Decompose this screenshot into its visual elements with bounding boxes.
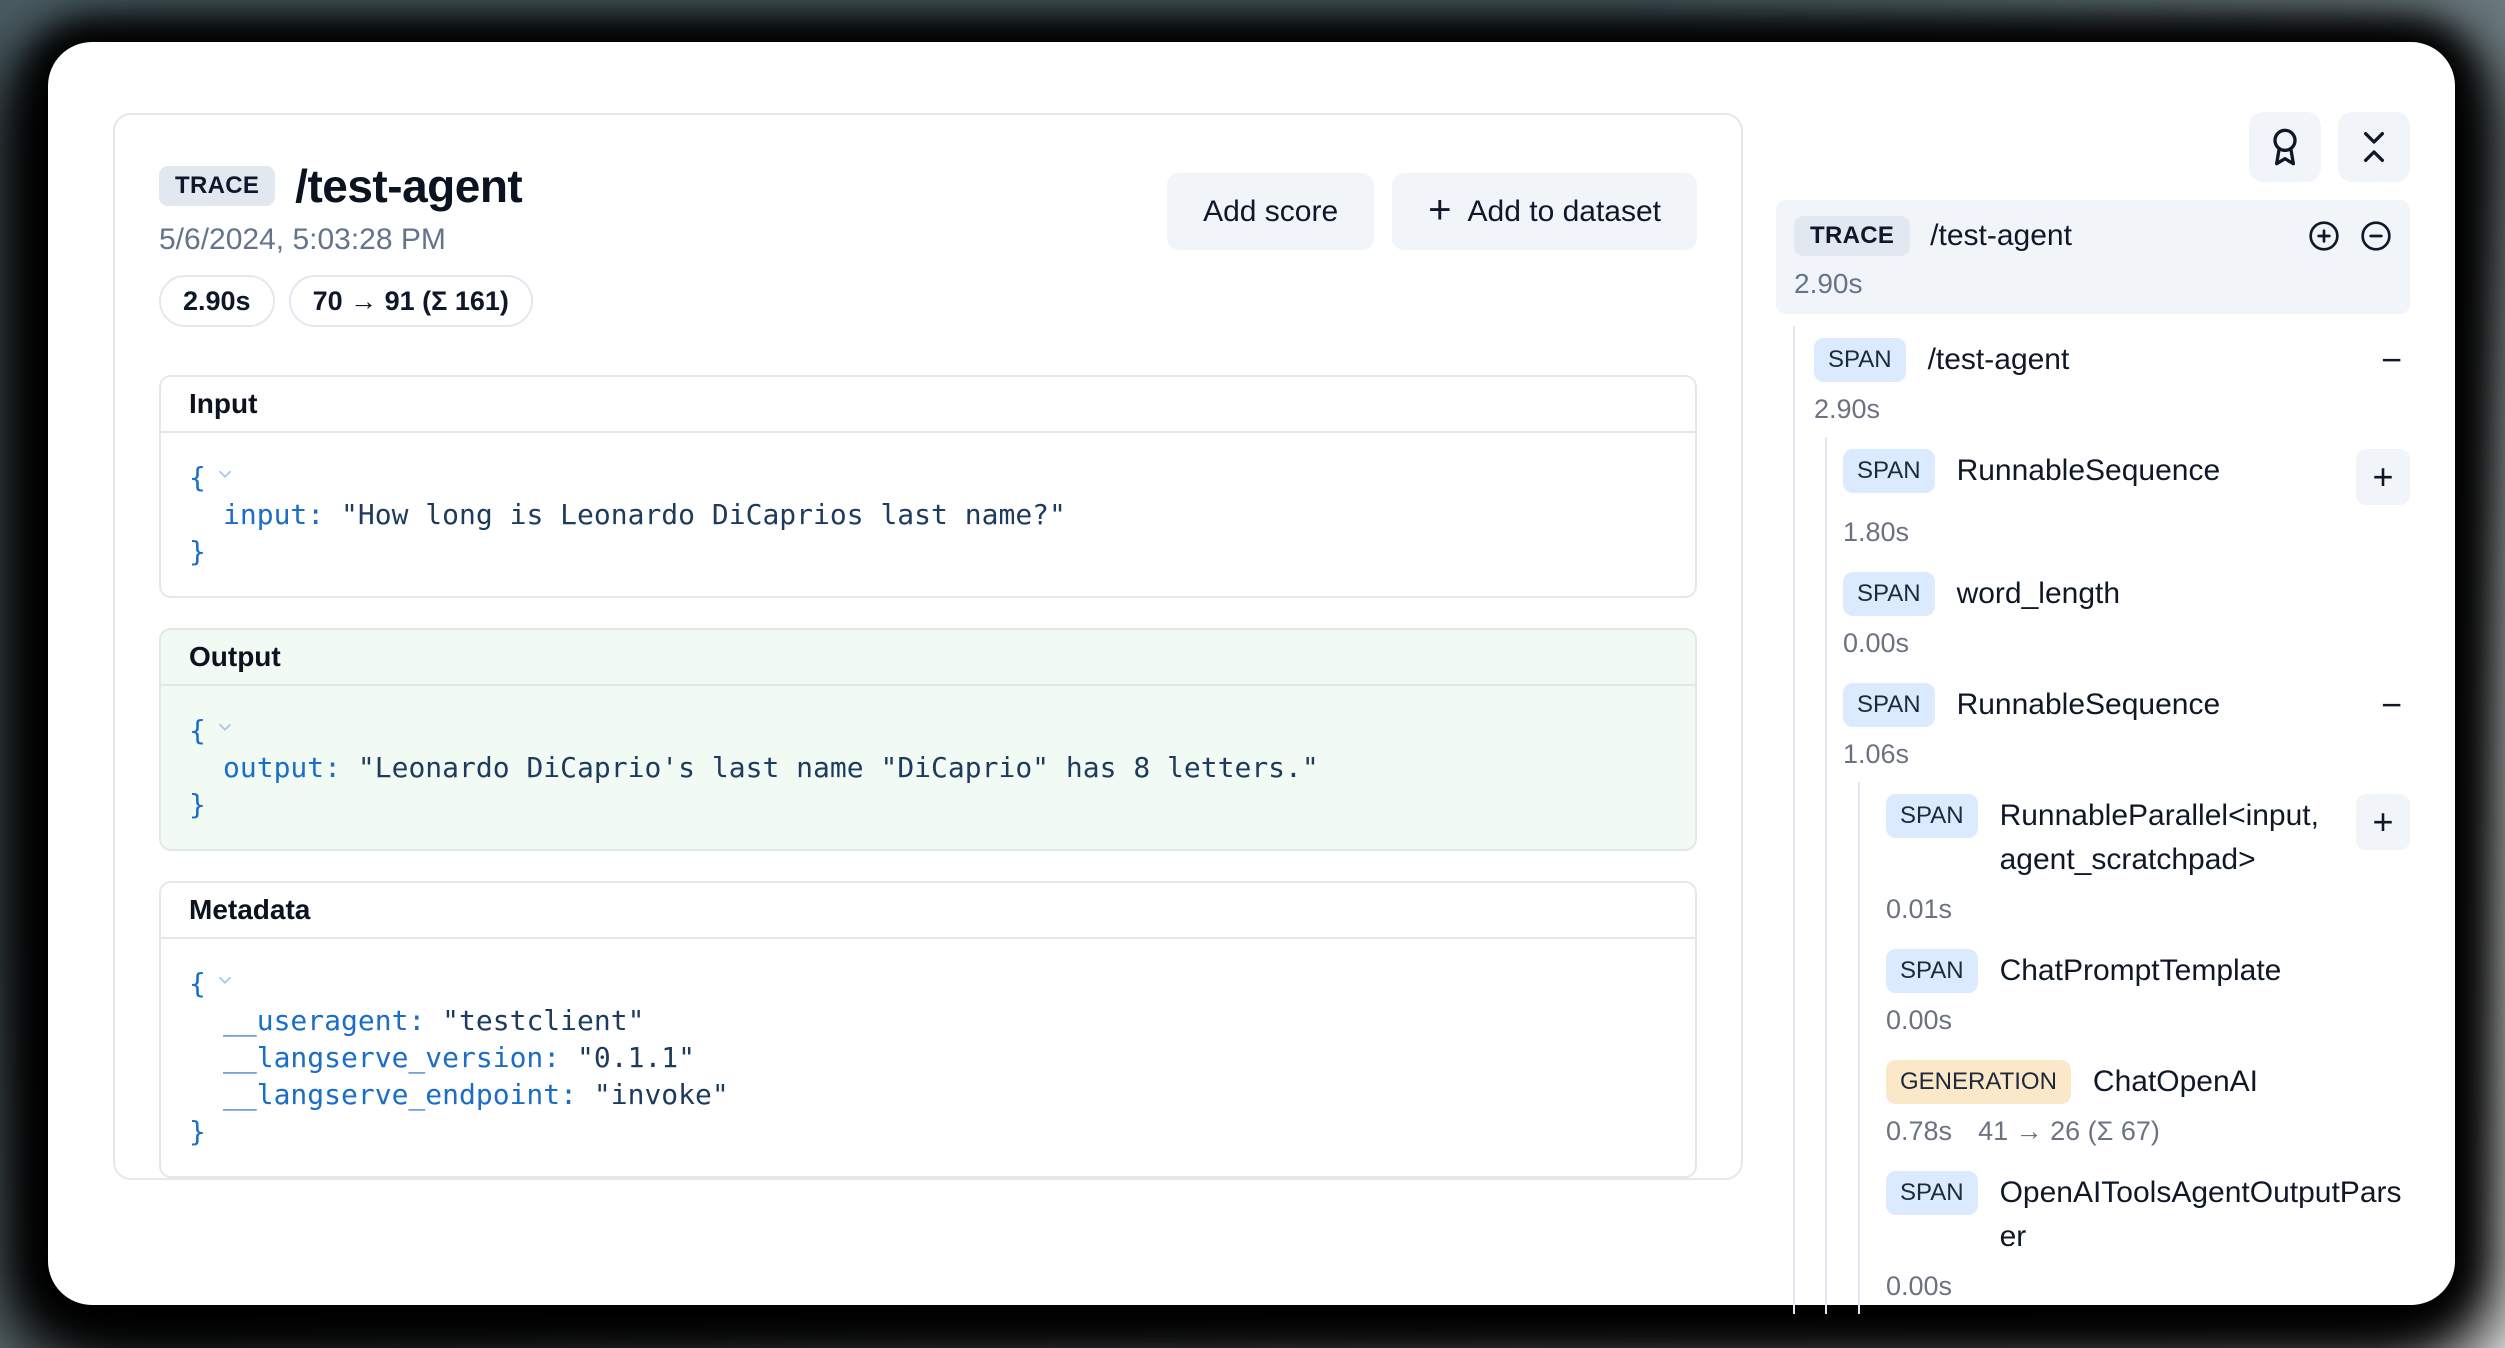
span-duration: 0.01s	[1886, 894, 1952, 925]
input-json-viewer: { input: "How long is Leonardo DiCaprios…	[161, 433, 1695, 596]
open-brace: {	[189, 967, 206, 1000]
open-brace: {	[189, 461, 206, 494]
trace-duration: 2.90s	[1794, 268, 2392, 300]
span-name: RunnableSequence	[1957, 683, 2229, 727]
trace-detail-card: TRACE /test-agent 5/6/2024, 5:03:28 PM 2…	[113, 113, 1743, 1180]
metadata-panel-title: Metadata	[161, 883, 1695, 939]
trace-timestamp: 5/6/2024, 5:03:28 PM	[159, 223, 533, 257]
trace-tree-root-title: /test-agent	[1930, 219, 2072, 253]
chevron-down-icon[interactable]	[214, 710, 236, 747]
add-score-button[interactable]: Add score	[1167, 173, 1374, 250]
expand-node-button[interactable]: +	[2356, 449, 2410, 505]
metadata-json-viewer: { __useragent: "testclient" __langserve_…	[161, 939, 1695, 1176]
span-name: RunnableParallel<input,agent_scratchpad>	[2000, 794, 2334, 882]
token-usage-badge: 70 → 91 (Σ 161)	[289, 275, 533, 327]
span-duration: 2.90s	[1814, 394, 1880, 425]
output-panel-title: Output	[161, 630, 1695, 686]
close-brace: }	[189, 788, 206, 821]
metadata-panel: Metadata { __useragent: "testclient" __l…	[159, 881, 1697, 1178]
span-duration: 0.00s	[1886, 1271, 1952, 1302]
trace-type-badge: TRACE	[1794, 216, 1910, 256]
span-type-badge: SPAN	[1886, 949, 1978, 993]
tree-indent-level-2: SPAN RunnableSequence + 1.80s SPAN word_…	[1825, 437, 2410, 1314]
close-brace: }	[189, 535, 206, 568]
app-window: TRACE /test-agent 5/6/2024, 5:03:28 PM 2…	[48, 42, 2455, 1305]
tree-indent-level-1: SPAN /test-agent − 2.90s SPAN RunnableSe…	[1793, 326, 2410, 1314]
open-brace: {	[189, 714, 206, 747]
tree-indent-level-3: SPAN RunnableParallel<input,agent_scratc…	[1858, 782, 2410, 1314]
span-type-badge: SPAN	[1886, 794, 1978, 838]
circle-plus-icon	[2308, 220, 2340, 252]
trace-card-header: TRACE /test-agent 5/6/2024, 5:03:28 PM 2…	[159, 159, 1697, 327]
tree-row-runnable-sequence-1[interactable]: SPAN RunnableSequence + 1.80s	[1827, 437, 2410, 560]
input-panel: Input { input: "How long is Leonardo DiC…	[159, 375, 1697, 598]
json-value: "invoke"	[594, 1078, 729, 1111]
span-duration: 0.78s	[1886, 1116, 1952, 1147]
json-key: __langserve_endpoint:	[223, 1078, 577, 1111]
collapse-node-button[interactable]: −	[2373, 683, 2410, 727]
tree-row-word-length[interactable]: SPAN word_length 0.00s	[1827, 560, 2410, 671]
tree-row-chat-prompt-template[interactable]: SPAN ChatPromptTemplate 0.00s	[1860, 937, 2410, 1048]
tree-row-runnable-sequence-2[interactable]: SPAN RunnableSequence − 1.06s	[1827, 671, 2410, 782]
chevron-down-icon[interactable]	[214, 457, 236, 494]
json-key: __langserve_version:	[223, 1041, 560, 1074]
generation-type-badge: GENERATION	[1886, 1060, 2071, 1104]
span-tree: SPAN /test-agent − 2.90s SPAN RunnableSe…	[1776, 326, 2410, 1314]
add-to-dataset-label: Add to dataset	[1468, 195, 1661, 229]
plus-icon: +	[1428, 190, 1451, 230]
span-name: OpenAIToolsAgentOutputParser	[2000, 1171, 2410, 1259]
span-token-usage: 41 → 26 (Σ 67)	[1978, 1116, 2160, 1147]
json-key: output:	[223, 751, 341, 784]
tree-row-runnable-parallel[interactable]: SPAN RunnableParallel<input,agent_scratc…	[1860, 782, 2410, 937]
add-score-label: Add score	[1203, 195, 1338, 229]
chevron-down-icon[interactable]	[214, 963, 236, 1000]
chevrons-down-up-icon	[2354, 127, 2394, 167]
json-value: "How long is Leonardo DiCaprios last nam…	[341, 498, 1066, 531]
span-name: ChatOpenAI	[2093, 1060, 2266, 1104]
span-name: RunnableSequence	[1957, 449, 2229, 493]
latency-badge: 2.90s	[159, 275, 275, 327]
span-type-badge: SPAN	[1843, 572, 1935, 616]
span-duration: 0.00s	[1886, 1005, 1952, 1036]
output-json-viewer: { output: "Leonardo DiCaprio's last name…	[161, 686, 1695, 849]
close-brace: }	[189, 1115, 206, 1148]
tree-row-output-parser[interactable]: SPAN OpenAIToolsAgentOutputParser 0.00s	[1860, 1159, 2410, 1314]
span-name: /test-agent	[1928, 338, 2078, 382]
input-panel-title: Input	[161, 377, 1695, 433]
span-duration: 1.06s	[1843, 739, 1909, 770]
collapse-node-button[interactable]: −	[2373, 338, 2410, 382]
json-value: "testclient"	[442, 1004, 644, 1037]
circle-minus-icon	[2360, 220, 2392, 252]
collapse-panel-button[interactable]	[2338, 112, 2410, 182]
tree-row-chat-openai[interactable]: GENERATION ChatOpenAI 0.78s 41 → 26 (Σ 6…	[1860, 1048, 2410, 1159]
output-panel: Output { output: "Leonardo DiCaprio's la…	[159, 628, 1697, 851]
json-key: __useragent:	[223, 1004, 425, 1037]
json-key: input:	[223, 498, 324, 531]
span-type-badge: SPAN	[1814, 338, 1906, 382]
annotate-button[interactable]	[2249, 112, 2321, 182]
span-name: word_length	[1957, 572, 2128, 616]
trace-type-badge: TRACE	[159, 166, 275, 206]
span-name: ChatPromptTemplate	[2000, 949, 2290, 993]
span-duration: 1.80s	[1843, 517, 1909, 548]
award-icon	[2265, 127, 2305, 167]
span-type-badge: SPAN	[1886, 1171, 1978, 1215]
span-duration: 0.00s	[1843, 628, 1909, 659]
json-value: "0.1.1"	[577, 1041, 695, 1074]
add-to-dataset-button[interactable]: + Add to dataset	[1392, 173, 1697, 250]
expand-all-button[interactable]	[2308, 220, 2340, 252]
expand-node-button[interactable]: +	[2356, 794, 2410, 850]
span-type-badge: SPAN	[1843, 449, 1935, 493]
trace-tree-sidebar: TRACE /test-agent 2.90s	[1776, 42, 2410, 1305]
collapse-all-button[interactable]	[2360, 220, 2392, 252]
trace-heading-block: TRACE /test-agent 5/6/2024, 5:03:28 PM 2…	[159, 159, 533, 327]
trace-tree-root-row[interactable]: TRACE /test-agent 2.90s	[1776, 200, 2410, 314]
page-title: /test-agent	[295, 159, 522, 213]
json-value: "Leonardo DiCaprio's last name "DiCaprio…	[358, 751, 1319, 784]
tree-row-test-agent[interactable]: SPAN /test-agent − 2.90s	[1795, 326, 2410, 437]
span-type-badge: SPAN	[1843, 683, 1935, 727]
